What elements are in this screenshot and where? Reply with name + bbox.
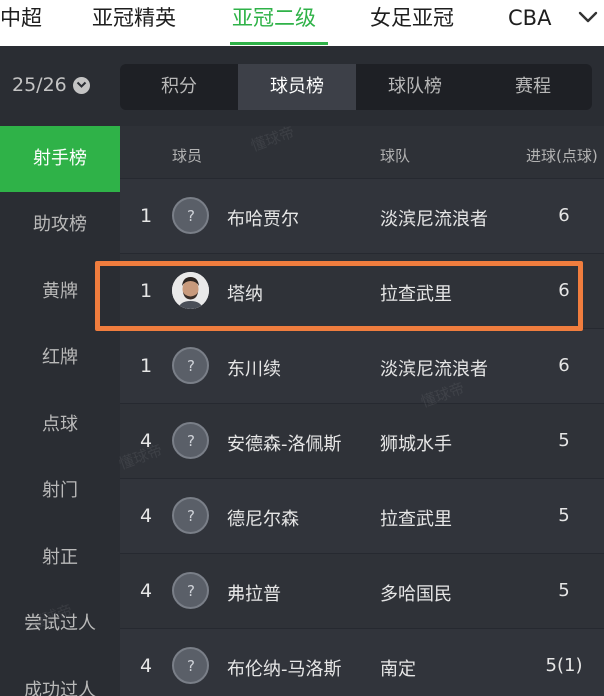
- rank: 1: [140, 205, 153, 227]
- svg-text:?: ?: [187, 207, 195, 225]
- avatar-placeholder-icon: ?: [172, 347, 209, 384]
- goals-value: 6: [558, 205, 570, 226]
- table-row[interactable]: 4 ? 安德森-洛佩斯 狮城水手 5: [120, 403, 604, 478]
- stats-subtabs: 积分 球员榜 球队榜 赛程: [120, 64, 592, 110]
- team-name: 多哈国民: [380, 584, 452, 605]
- sidebar-item-red-cards[interactable]: 红牌: [0, 325, 120, 391]
- rank: 4: [140, 655, 153, 677]
- league-tab-womens-acl[interactable]: 女足亚冠: [370, 0, 454, 46]
- team-name: 拉查武里: [380, 284, 452, 305]
- team-name: 淡滨尼流浪者: [380, 209, 488, 230]
- chevron-down-icon[interactable]: [577, 8, 599, 26]
- svg-text:?: ?: [187, 507, 195, 525]
- svg-text:?: ?: [187, 582, 195, 600]
- player-name: 东川续: [227, 359, 281, 380]
- tab-player-rankings[interactable]: 球员榜: [238, 64, 356, 110]
- league-tab-acl-two[interactable]: 亚冠二级: [232, 0, 316, 46]
- team-name: 南定: [380, 659, 416, 680]
- svg-text:?: ?: [187, 357, 195, 375]
- avatar-placeholder-icon: ?: [172, 647, 209, 684]
- sidebar-item-assists[interactable]: 助攻榜: [0, 192, 120, 258]
- svg-text:?: ?: [187, 657, 195, 675]
- table-row[interactable]: 1 塔纳 拉查武里 6: [120, 253, 604, 328]
- tab-schedule[interactable]: 赛程: [474, 64, 592, 110]
- sidebar-item-shots[interactable]: 射门: [0, 458, 120, 524]
- table-header: 球员 球队 进球(点球): [120, 126, 604, 178]
- player-name: 布哈贾尔: [227, 209, 299, 230]
- table-row[interactable]: 4 ? 布伦纳-马洛斯 南定 5(1): [120, 628, 604, 696]
- goals-value: 6: [558, 355, 570, 376]
- scorers-table: 球员 球队 进球(点球) 1 ? 布哈贾尔 淡滨尼流浪者 6 1 塔纳 拉查武里…: [120, 126, 604, 696]
- table-row[interactable]: 1 ? 布哈贾尔 淡滨尼流浪者 6: [120, 178, 604, 253]
- sidebar-item-penalties[interactable]: 点球: [0, 392, 120, 458]
- player-avatar: [172, 272, 209, 309]
- rank: 1: [140, 355, 153, 377]
- goals-value: 5: [558, 430, 570, 451]
- svg-text:?: ?: [187, 432, 195, 450]
- table-row[interactable]: 4 ? 弗拉普 多哈国民 5: [120, 553, 604, 628]
- avatar-placeholder-icon: ?: [172, 572, 209, 609]
- season-label: 25/26: [12, 74, 67, 96]
- goals-value: 5(1): [545, 655, 583, 676]
- rank: 1: [140, 280, 153, 302]
- goals-value: 6: [558, 280, 570, 301]
- player-name: 布伦纳-马洛斯: [227, 659, 342, 680]
- season-selector[interactable]: 25/26: [12, 74, 90, 96]
- active-tab-indicator: [230, 42, 328, 45]
- tab-team-rankings[interactable]: 球队榜: [356, 64, 474, 110]
- avatar-placeholder-icon: ?: [172, 422, 209, 459]
- team-name: 淡滨尼流浪者: [380, 359, 488, 380]
- avatar-placeholder-icon: ?: [172, 497, 209, 534]
- team-name: 狮城水手: [380, 434, 452, 455]
- player-name: 安德森-洛佩斯: [227, 434, 342, 455]
- player-name: 弗拉普: [227, 584, 281, 605]
- league-tab-bar: 中超 亚冠精英 亚冠二级 女足亚冠 CBA: [0, 0, 604, 46]
- tab-standings[interactable]: 积分: [120, 64, 238, 110]
- player-name: 德尼尔森: [227, 509, 299, 530]
- sidebar-item-yellow-cards[interactable]: 黄牌: [0, 259, 120, 325]
- sidebar-item-shots-on-target[interactable]: 射正: [0, 525, 120, 591]
- chevron-down-icon: [72, 76, 90, 94]
- league-tab-csl[interactable]: 中超: [0, 0, 42, 46]
- league-tab-cba[interactable]: CBA: [508, 0, 551, 46]
- table-row[interactable]: 4 ? 德尼尔森 拉查武里 5: [120, 478, 604, 553]
- sidebar-item-top-scorers[interactable]: 射手榜: [0, 126, 120, 192]
- header-goals: 进球(点球): [526, 147, 598, 165]
- goals-value: 5: [558, 505, 570, 526]
- rank: 4: [140, 580, 153, 602]
- player-name: 塔纳: [227, 284, 263, 305]
- sidebar-item-dribbles-successful[interactable]: 成功过人: [0, 658, 120, 696]
- header-player: 球员: [172, 147, 203, 165]
- league-tab-acl-elite[interactable]: 亚冠精英: [92, 0, 176, 46]
- avatar-placeholder-icon: ?: [172, 197, 209, 234]
- team-name: 拉查武里: [380, 509, 452, 530]
- rank: 4: [140, 505, 153, 527]
- goals-value: 5: [558, 580, 570, 601]
- header-team: 球队: [380, 147, 411, 165]
- table-row[interactable]: 1 ? 东川续 淡滨尼流浪者 6: [120, 328, 604, 403]
